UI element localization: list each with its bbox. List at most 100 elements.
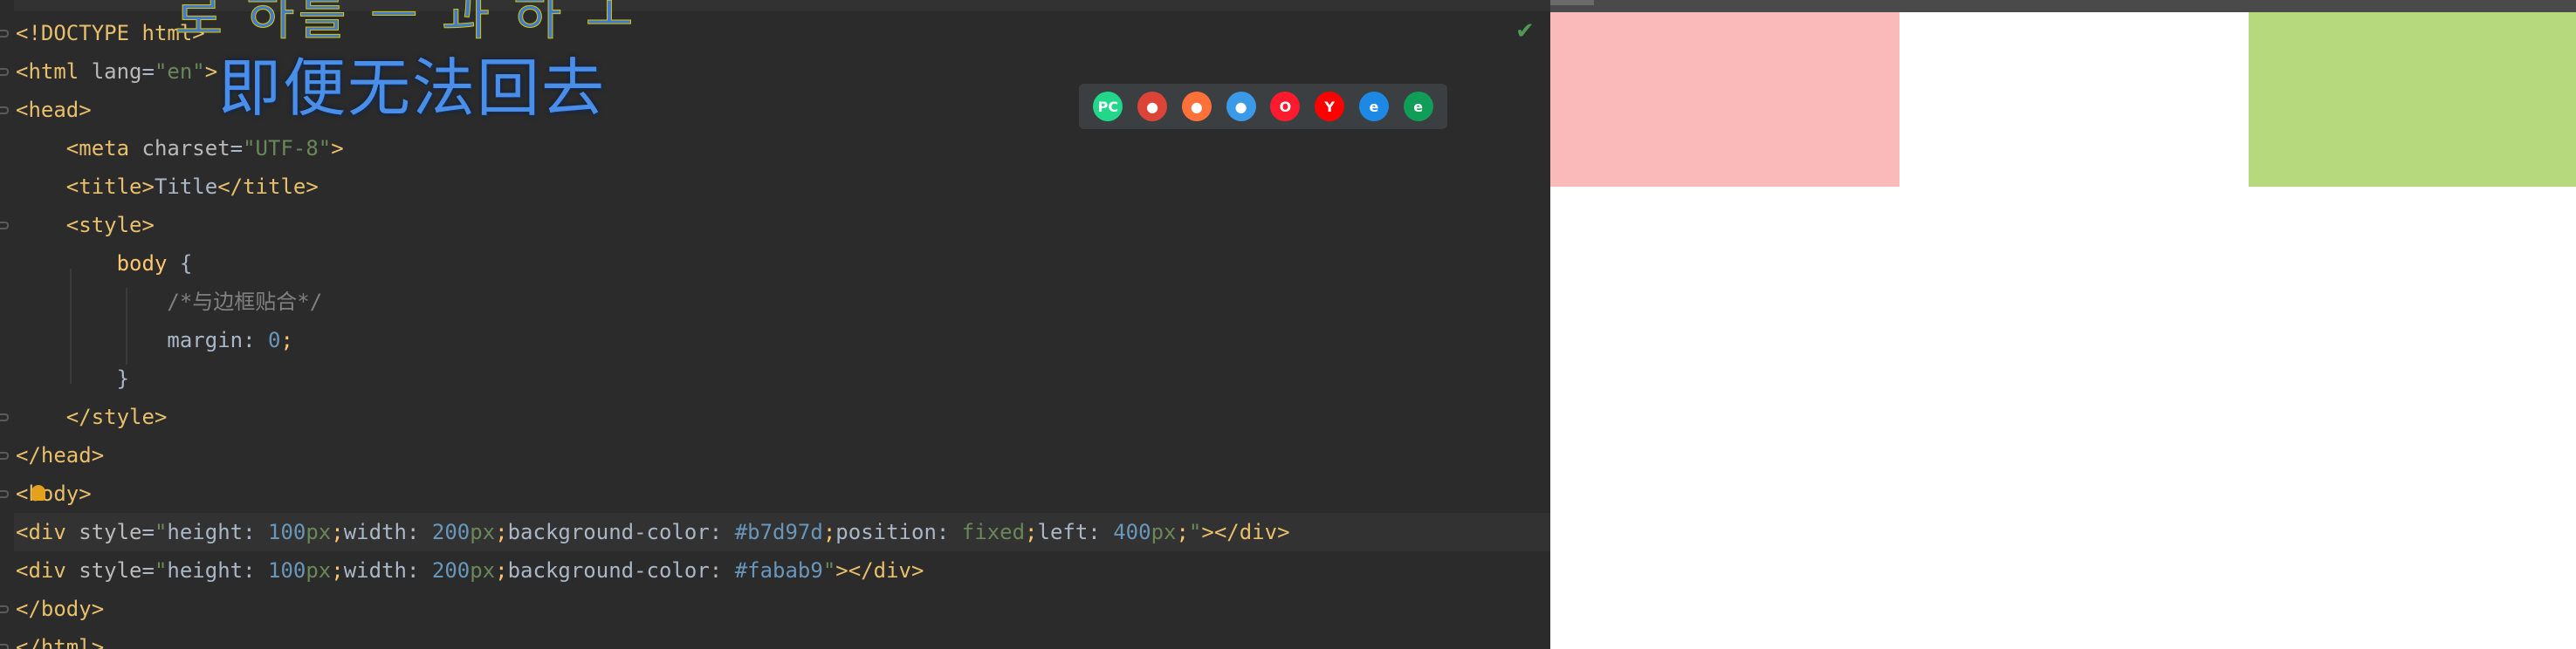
fold-marker-icon[interactable] <box>0 68 9 76</box>
code-line[interactable]: <div style="height: 100px;width: 200px;b… <box>16 513 1290 551</box>
code-token: margin: <box>16 328 268 352</box>
code-line[interactable]: margin: 0; <box>16 321 293 359</box>
code-token: position: <box>835 520 962 544</box>
code-token: px <box>470 558 496 583</box>
code-token: <head> <box>16 98 92 122</box>
code-token: ; <box>331 520 344 544</box>
code-line[interactable]: <body> <box>16 475 92 513</box>
check-icon[interactable]: ✔ <box>1515 20 1536 43</box>
code-token: px <box>306 558 332 583</box>
code-token: 100 <box>268 520 306 544</box>
fold-marker-icon[interactable] <box>0 413 9 421</box>
fold-marker-icon[interactable] <box>0 490 9 498</box>
code-token: </style> <box>65 405 168 429</box>
code-editor[interactable]: <!DOCTYPE html> <html lang="en"> <head> <m… <box>0 0 1550 649</box>
fold-marker-icon[interactable] <box>0 222 9 229</box>
code-token: = <box>230 136 244 161</box>
code-token: > <box>331 136 344 161</box>
code-token: ; <box>1176 520 1189 544</box>
code-token: ; <box>1025 520 1038 544</box>
green-box <box>2249 12 2576 187</box>
code-token: lang <box>91 59 142 84</box>
code-token: <title> <box>65 174 155 199</box>
code-token: " <box>154 558 168 583</box>
code-line[interactable]: <meta charset="UTF-8"> <box>16 129 344 167</box>
fold-marker-icon[interactable] <box>0 452 9 460</box>
code-token: "en" <box>154 59 205 84</box>
code-line[interactable]: <head> <box>16 91 92 129</box>
editor-gutter[interactable] <box>0 0 14 649</box>
code-line[interactable]: body { <box>16 244 193 283</box>
code-line[interactable]: </html> <box>16 628 104 649</box>
chrome-icon[interactable]: ● <box>1137 92 1168 121</box>
code-token: = <box>141 520 155 544</box>
code-token: <body> <box>16 482 92 506</box>
code-token: left: <box>1037 520 1114 544</box>
pink-box <box>1550 12 1899 187</box>
code-token: body <box>116 251 168 276</box>
code-token: </head> <box>16 443 105 468</box>
code-token: background-color: <box>507 558 735 583</box>
code-token: = <box>141 558 155 583</box>
code-line[interactable]: <style> <box>16 206 155 244</box>
code-line[interactable]: <title>Title</title> <box>16 167 319 206</box>
fold-marker-icon[interactable] <box>0 106 9 114</box>
code-token: ; <box>331 558 344 583</box>
code-line[interactable]: <div style="height: 100px;width: 200px;b… <box>16 551 924 590</box>
code-token: width: <box>343 558 432 583</box>
code-token: ></div> <box>835 558 924 583</box>
code-token: #fabab9 <box>734 558 823 583</box>
code-token: 100 <box>268 558 306 583</box>
code-line[interactable]: </head> <box>16 436 104 475</box>
code-token: </body> <box>16 597 105 621</box>
code-token: background-color: <box>507 520 735 544</box>
yandex-icon[interactable]: Y <box>1315 92 1345 121</box>
preview-tab[interactable] <box>1550 0 1594 5</box>
fold-marker-icon[interactable] <box>0 644 9 649</box>
code-token: ; <box>822 520 836 544</box>
code-token: 0 <box>267 328 281 352</box>
code-token: style <box>79 520 142 544</box>
code-token: { <box>167 251 193 276</box>
code-token: " <box>154 520 168 544</box>
code-line[interactable]: </body> <box>16 590 104 628</box>
code-token: height: <box>167 520 268 544</box>
code-token: ; <box>495 520 508 544</box>
code-token: ></div> <box>1201 520 1290 544</box>
code-token: } <box>16 366 130 391</box>
firefox-icon[interactable]: ● <box>1181 92 1212 121</box>
code-token: px <box>1151 520 1177 544</box>
code-token: " <box>1188 520 1202 544</box>
code-token: = <box>141 59 155 84</box>
code-line[interactable]: </style> <box>16 398 168 436</box>
lyrics-overlay-main: 即便无法回去 <box>218 51 607 125</box>
code-token: <html <box>16 59 92 84</box>
code-token: <style> <box>65 213 155 237</box>
code-token: #b7d97d <box>734 520 823 544</box>
browser-preview-bar: PC ● ● ● O Ye e <box>1079 84 1447 129</box>
code-token: ; <box>280 328 293 352</box>
fold-marker-icon[interactable] <box>0 605 9 613</box>
code-token: width: <box>343 520 432 544</box>
code-token: </html> <box>16 635 105 649</box>
code-token: charset <box>141 136 230 161</box>
ie-icon[interactable]: e <box>1358 92 1389 121</box>
code-token: "UTF-8" <box>243 136 332 161</box>
code-token: </title> <box>217 174 319 199</box>
pycharm-icon[interactable]: PC <box>1093 92 1123 121</box>
code-token: 200 <box>431 520 471 544</box>
edge-icon[interactable]: e <box>1403 92 1433 121</box>
code-line[interactable]: /*与边框贴合*/ <box>16 283 322 321</box>
opera-icon[interactable]: O <box>1270 92 1301 121</box>
code-line[interactable]: <html lang="en"> <box>16 52 217 91</box>
code-line[interactable]: } <box>16 359 129 398</box>
lightbulb-icon[interactable] <box>31 485 45 501</box>
fold-marker-icon[interactable] <box>0 30 9 38</box>
safari-icon[interactable]: ● <box>1226 92 1256 121</box>
